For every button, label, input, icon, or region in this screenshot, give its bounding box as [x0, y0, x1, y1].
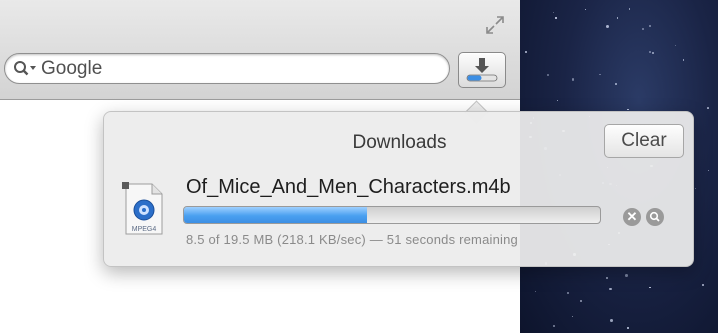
star — [628, 7, 631, 10]
star — [606, 276, 608, 279]
star — [599, 73, 602, 76]
download-status: 8.5 of 19.5 MB (218.1 KB/sec) — 51 secon… — [186, 232, 518, 247]
star — [546, 73, 549, 76]
star — [626, 326, 630, 329]
star — [642, 28, 645, 31]
downloads-popover: Downloads Clear MPEG4 Of_Mice_And_Men_Ch… — [103, 111, 694, 267]
star — [615, 82, 617, 85]
fullscreen-icon[interactable] — [484, 14, 506, 36]
star — [708, 169, 710, 171]
stop-download-icon[interactable]: ✕ — [623, 208, 641, 226]
star — [556, 100, 558, 102]
reveal-in-finder-icon[interactable] — [646, 208, 664, 226]
star — [609, 319, 613, 322]
star — [524, 50, 528, 54]
clear-button[interactable]: Clear — [604, 124, 684, 158]
star — [648, 25, 651, 28]
star — [682, 58, 685, 61]
star — [584, 9, 586, 11]
star — [554, 16, 558, 20]
star — [625, 274, 628, 277]
star — [701, 283, 705, 287]
star — [651, 52, 654, 55]
star — [649, 286, 651, 289]
star — [609, 287, 612, 291]
star — [674, 45, 677, 47]
download-file-name: Of_Mice_And_Men_Characters.m4b — [186, 176, 511, 198]
search-icon[interactable] — [13, 60, 39, 78]
star — [571, 78, 575, 81]
star — [566, 291, 569, 294]
search-input[interactable] — [41, 58, 421, 80]
file-type-label: MPEG4 — [132, 226, 157, 233]
downloads-button[interactable] — [458, 52, 506, 88]
star — [553, 12, 555, 14]
star — [535, 290, 537, 292]
star — [553, 325, 556, 328]
star — [579, 299, 583, 302]
star — [572, 315, 574, 317]
download-progress-bar — [183, 206, 601, 224]
star — [707, 107, 710, 110]
star — [606, 24, 610, 28]
search-field[interactable] — [4, 53, 450, 84]
browser-toolbar — [0, 0, 520, 100]
file-icon[interactable]: MPEG4 — [122, 180, 166, 238]
star — [616, 17, 619, 19]
download-progress-fill — [184, 207, 368, 223]
star — [695, 187, 697, 189]
